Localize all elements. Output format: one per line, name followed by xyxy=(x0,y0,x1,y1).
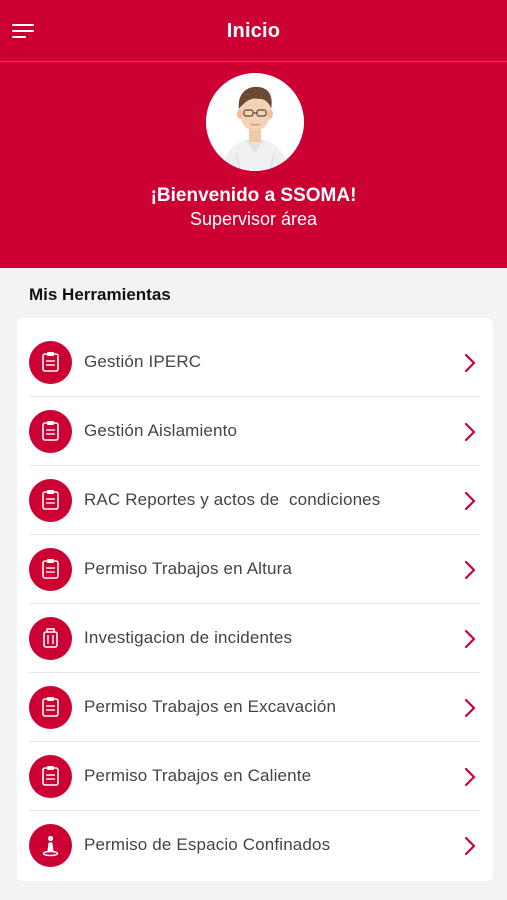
chevron-right-icon xyxy=(464,422,476,442)
list-item-permiso-caliente[interactable]: Permiso Trabajos en Caliente xyxy=(17,742,493,811)
list-item-label: Permiso Trabajos en Caliente xyxy=(84,766,312,785)
list-item-gestion-iperc[interactable]: Gestión IPERC xyxy=(17,328,493,397)
chevron-right-icon xyxy=(464,698,476,718)
chevron-right-icon xyxy=(464,767,476,787)
list-item-label: Gestión IPERC xyxy=(84,352,202,371)
list-item-label: RAC Reportes y actos de condiciones xyxy=(84,490,381,509)
section-title-tools: Mis Herramientas xyxy=(29,285,171,304)
tools-list: Gestión IPERC Gestión Aislamiento RAC Re… xyxy=(17,318,493,881)
user-avatar[interactable] xyxy=(206,73,304,171)
list-item-gestion-aislamiento[interactable]: Gestión Aislamiento xyxy=(17,397,493,466)
top-app-bar: Inicio xyxy=(0,0,507,62)
list-item-label: Investigacion de incidentes xyxy=(84,628,293,647)
clipboard-icon xyxy=(29,686,72,729)
list-item-permiso-altura[interactable]: Permiso Trabajos en Altura xyxy=(17,535,493,604)
clipboard-icon xyxy=(29,341,72,384)
chevron-right-icon xyxy=(464,629,476,649)
clipboard-icon xyxy=(29,410,72,453)
user-role: Supervisor área xyxy=(189,209,318,229)
clipboard-icon xyxy=(29,755,72,798)
clipboard-icon xyxy=(29,548,72,591)
list-item-label: Permiso Trabajos en Altura xyxy=(84,559,292,578)
list-item-label: Permiso de Espacio Confinados xyxy=(84,835,331,854)
chevron-right-icon xyxy=(464,560,476,580)
page-title: Inicio xyxy=(226,20,281,42)
list-item-label: Gestión Aislamiento xyxy=(84,421,238,440)
welcome-heading: ¡Bienvenido a SSOMA! xyxy=(150,185,357,206)
welcome-banner: ¡Bienvenido a SSOMA! Supervisor área xyxy=(0,62,507,268)
briefcase-icon xyxy=(29,617,72,660)
chevron-right-icon xyxy=(464,836,476,856)
person-location-icon xyxy=(29,824,72,867)
list-item-permiso-espacio-confinado[interactable]: Permiso de Espacio Confinados xyxy=(17,811,493,880)
list-item-rac-reportes[interactable]: RAC Reportes y actos de condiciones xyxy=(17,466,493,535)
list-item-label: Permiso Trabajos en Excavación xyxy=(84,697,337,716)
list-item-permiso-excavacion[interactable]: Permiso Trabajos en Excavación xyxy=(17,673,493,742)
chevron-right-icon xyxy=(464,353,476,373)
chevron-right-icon xyxy=(464,491,476,511)
list-item-investigacion-incidentes[interactable]: Investigacion de incidentes xyxy=(17,604,493,673)
clipboard-icon xyxy=(29,479,72,522)
